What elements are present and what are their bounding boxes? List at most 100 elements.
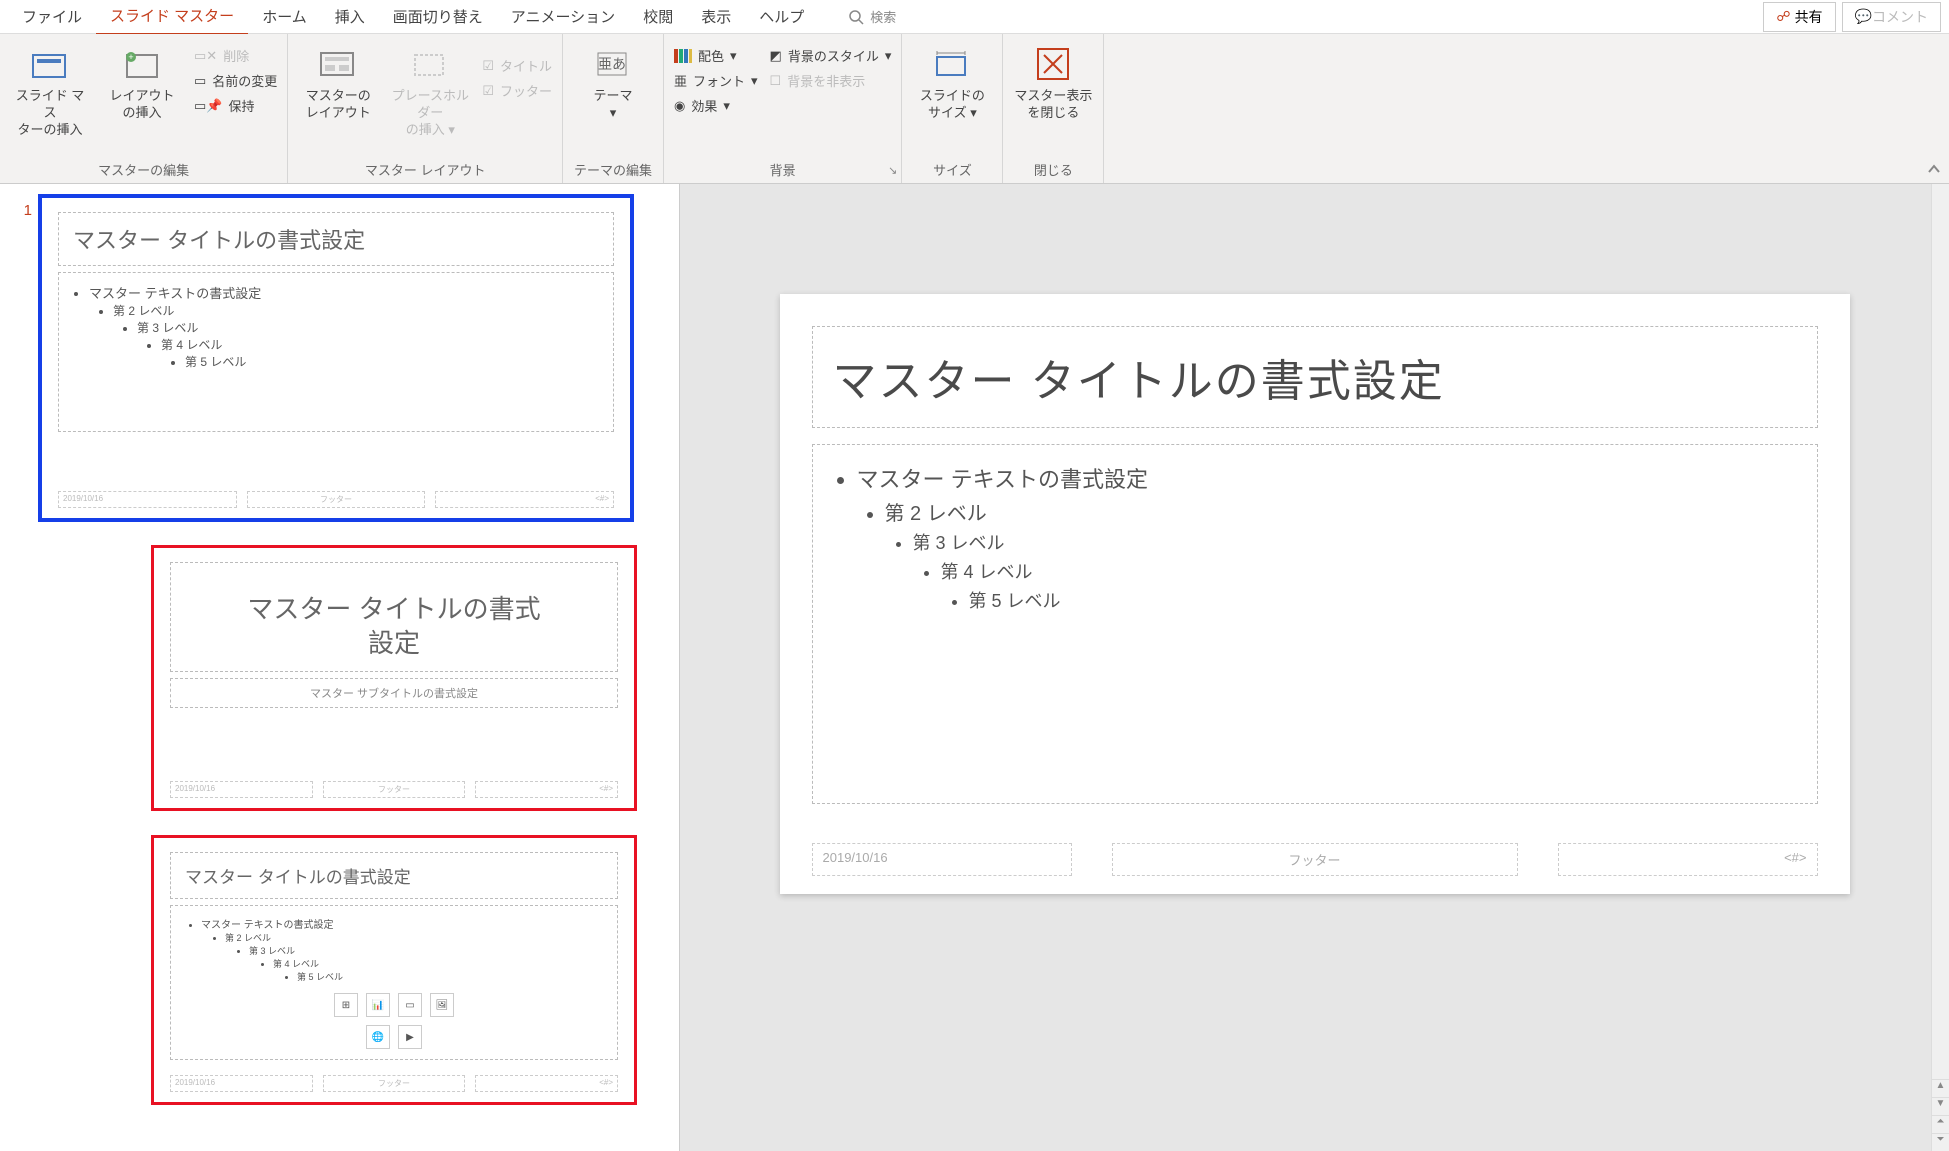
master-title-placeholder: マスター タイトルの書式設定: [58, 212, 614, 266]
slide-size-icon: [932, 44, 972, 84]
tab-review[interactable]: 校閲: [629, 0, 687, 34]
tab-insert[interactable]: 挿入: [321, 0, 379, 34]
preserve-button[interactable]: ▭📌 保持: [194, 96, 277, 115]
group-master-layout: マスターの レイアウト プレースホルダー の挿入 ▾ ☑ タイトル ☑ フッター…: [288, 34, 563, 183]
page-number-placeholder[interactable]: <#>: [1558, 843, 1818, 876]
share-button[interactable]: ☍ 共有: [1763, 2, 1835, 32]
picture-icon: 🖼: [430, 993, 454, 1017]
slide-body-placeholder[interactable]: マスター テキストの書式設定 第 2 レベル 第 3 レベル 第 4 レベル 第…: [812, 444, 1818, 804]
insert-placeholder-icon: [410, 44, 450, 84]
checkbox-unchecked-icon: ☐: [770, 73, 782, 89]
master-body-placeholder: マスター テキストの書式設定 第 2 レベル 第 3 レベル 第 4 レベル 第…: [58, 272, 614, 432]
group-label-size: サイズ: [912, 156, 992, 183]
hide-background-checkbox[interactable]: ☐ 背景を非表示: [770, 71, 892, 90]
slide-size-button[interactable]: スライドの サイズ ▾: [912, 40, 992, 122]
collapse-ribbon-button[interactable]: [1927, 162, 1941, 179]
tab-animations[interactable]: アニメーション: [497, 0, 629, 34]
master-number: 1: [14, 198, 32, 219]
preserve-icon: ▭📌: [194, 98, 222, 114]
slide-editor[interactable]: マスター タイトルの書式設定 マスター テキストの書式設定 第 2 レベル 第 …: [680, 184, 1949, 1151]
comment-icon: 💬: [1855, 8, 1872, 25]
footer-checkbox: ☑ フッター: [482, 81, 552, 100]
checkbox-checked-icon: ☑: [482, 58, 494, 74]
layout1-subtitle-placeholder: マスター サブタイトルの書式設定: [170, 678, 618, 708]
group-label-background: 背景: [674, 156, 891, 183]
chart-icon: 📊: [366, 993, 390, 1017]
master-thumbnail[interactable]: マスター タイトルの書式設定 マスター テキストの書式設定 第 2 レベル 第 …: [42, 198, 630, 518]
effects-icon: ◉: [674, 98, 685, 114]
master-layout-icon: [318, 44, 358, 84]
ribbon: スライド マス ターの挿入 + レイアウト の挿入 ▭✕ 削除 ▭ 名前の変更 …: [0, 34, 1949, 184]
close-icon: [1033, 44, 1073, 84]
effects-button[interactable]: ◉ 効果 ▾: [674, 96, 758, 115]
close-master-view-button[interactable]: マスター表示 を閉じる: [1013, 40, 1093, 122]
online-picture-icon: 🌐: [366, 1025, 390, 1049]
group-label-theme-edit: テーマの編集: [573, 156, 653, 183]
next-slide-icon[interactable]: ⏷: [1932, 1133, 1949, 1151]
colors-icon: [674, 49, 692, 63]
rename-button[interactable]: ▭ 名前の変更: [194, 71, 277, 90]
background-styles-button[interactable]: ◩ 背景のスタイル ▾: [770, 46, 892, 65]
insert-slide-master-button[interactable]: スライド マス ターの挿入: [10, 40, 90, 139]
svg-text:亜あ: 亜あ: [598, 56, 626, 72]
main-area: 1 マスター タイトルの書式設定 マスター テキストの書式設定 第 2 レベル …: [0, 184, 1949, 1151]
group-master-edit: スライド マス ターの挿入 + レイアウト の挿入 ▭✕ 削除 ▭ 名前の変更 …: [0, 34, 288, 183]
layout-thumbnail-1[interactable]: マスター タイトルの書式 設定 マスター サブタイトルの書式設定 2019/10…: [154, 548, 634, 808]
layout1-footer-placeholders: 2019/10/16 フッター <#>: [170, 781, 618, 798]
group-close: マスター表示 を閉じる 閉じる: [1003, 34, 1104, 183]
search-label: 検索: [870, 7, 896, 26]
editor-vertical-scrollbar[interactable]: ▲ ▼ ⏶ ⏷: [1931, 184, 1949, 1151]
delete-button: ▭✕ 削除: [194, 46, 277, 65]
footer-placeholder[interactable]: フッター: [1112, 843, 1518, 876]
slide-canvas[interactable]: マスター タイトルの書式設定 マスター テキストの書式設定 第 2 レベル 第 …: [780, 294, 1850, 894]
group-background: 配色 ▾ 亜 フォント ▾ ◉ 効果 ▾ ◩ 背景のスタイル ▾ ☐: [664, 34, 902, 183]
theme-icon: 亜あ: [593, 44, 633, 84]
delete-icon: ▭✕: [194, 48, 217, 64]
tab-help[interactable]: ヘルプ: [745, 0, 818, 34]
insert-slide-master-icon: [30, 44, 70, 84]
thumbnail-panel[interactable]: 1 マスター タイトルの書式設定 マスター テキストの書式設定 第 2 レベル …: [0, 184, 680, 1151]
fonts-button[interactable]: 亜 フォント ▾: [674, 71, 758, 90]
menubar: ファイル スライド マスター ホーム 挿入 画面切り替え アニメーション 校閲 …: [0, 0, 1949, 34]
title-checkbox: ☑ タイトル: [482, 56, 552, 75]
theme-button[interactable]: 亜あ テーマ▾: [573, 40, 653, 122]
master-footer-placeholders: 2019/10/16 フッター <#>: [58, 491, 614, 508]
group-label-master-layout: マスター レイアウト: [298, 156, 552, 183]
smartart-icon: ▭: [398, 993, 422, 1017]
search-box[interactable]: 検索: [848, 7, 896, 26]
group-size: スライドの サイズ ▾ サイズ: [902, 34, 1003, 183]
tab-transitions[interactable]: 画面切り替え: [379, 0, 497, 34]
tab-file[interactable]: ファイル: [8, 0, 96, 34]
search-icon: [848, 9, 864, 25]
colors-button[interactable]: 配色 ▾: [674, 46, 758, 65]
tab-slide-master[interactable]: スライド マスター: [96, 0, 248, 36]
insert-layout-icon: +: [122, 44, 162, 84]
layout1-title-placeholder: マスター タイトルの書式 設定: [170, 562, 618, 672]
insert-placeholder-button: プレースホルダー の挿入 ▾: [390, 40, 470, 139]
layout2-body-placeholder: マスター テキストの書式設定 第 2 レベル 第 3 レベル 第 4 レベル 第…: [170, 905, 618, 1060]
slide-footer-placeholders: 2019/10/16 フッター <#>: [812, 843, 1818, 876]
share-icon: ☍: [1776, 8, 1790, 25]
insert-layout-button[interactable]: + レイアウト の挿入: [102, 40, 182, 122]
rename-icon: ▭: [194, 73, 206, 89]
tab-view[interactable]: 表示: [687, 0, 745, 34]
background-dialog-launcher[interactable]: ↘: [888, 164, 897, 177]
svg-text:+: +: [128, 52, 133, 62]
scroll-down-icon[interactable]: ▼: [1932, 1097, 1949, 1115]
layout-thumbnail-2[interactable]: マスター タイトルの書式設定 マスター テキストの書式設定 第 2 レベル 第 …: [154, 838, 634, 1102]
scroll-up-icon[interactable]: ▲: [1932, 1079, 1949, 1097]
video-icon: ▶: [398, 1025, 422, 1049]
group-theme-edit: 亜あ テーマ▾ テーマの編集: [563, 34, 664, 183]
prev-slide-icon[interactable]: ⏶: [1932, 1115, 1949, 1133]
table-icon: ⊞: [334, 993, 358, 1017]
layout2-title-placeholder: マスター タイトルの書式設定: [170, 852, 618, 899]
master-layout-button[interactable]: マスターの レイアウト: [298, 40, 378, 122]
checkbox-checked-icon: ☑: [482, 83, 494, 99]
content-icons: ⊞ 📊 ▭ 🖼 🌐 ▶: [334, 993, 454, 1049]
fonts-icon: 亜: [674, 71, 687, 90]
date-placeholder[interactable]: 2019/10/16: [812, 843, 1072, 876]
tab-home[interactable]: ホーム: [248, 0, 321, 34]
bg-styles-icon: ◩: [770, 48, 782, 64]
comment-button[interactable]: 💬 コメント: [1842, 2, 1941, 32]
slide-title-placeholder[interactable]: マスター タイトルの書式設定: [812, 326, 1818, 428]
